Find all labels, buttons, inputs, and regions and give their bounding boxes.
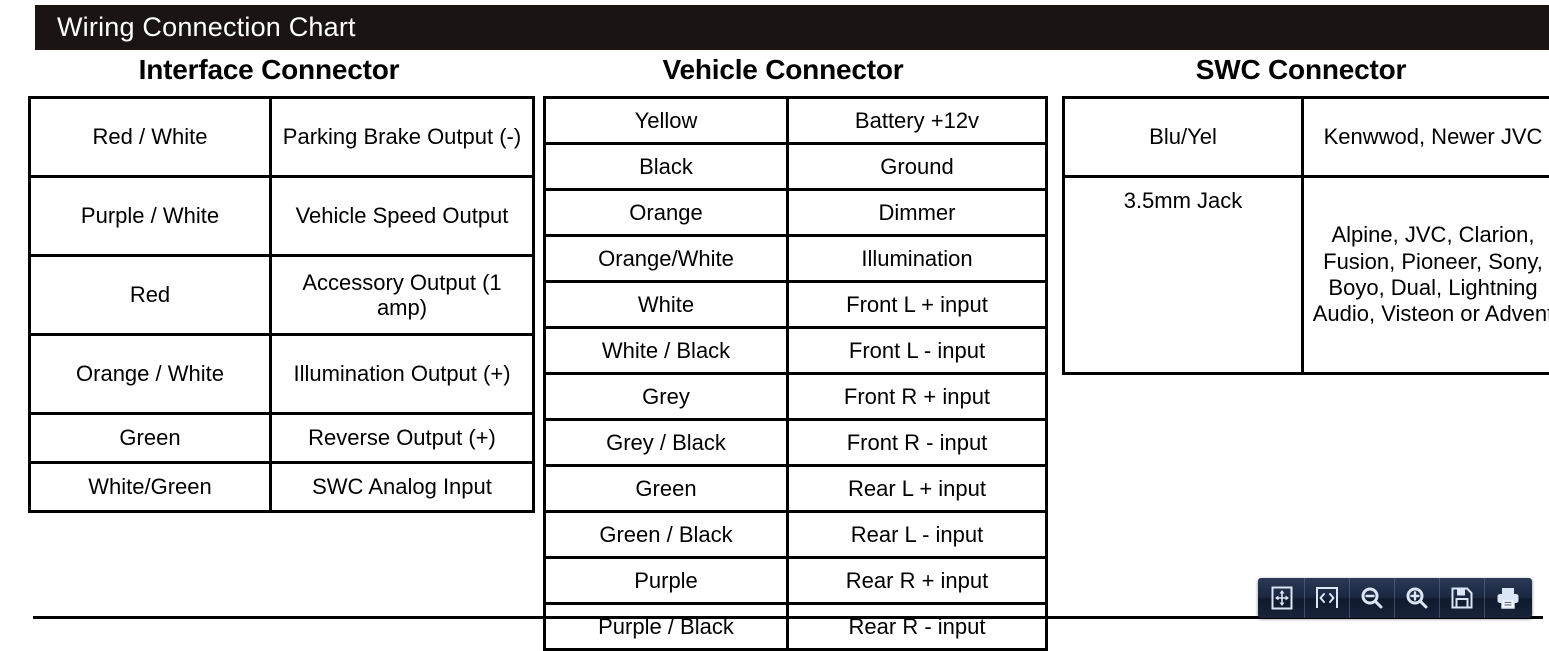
- table-row: Grey Front R + input: [545, 374, 1047, 420]
- section-heading-vehicle: Vehicle Connector: [543, 56, 1023, 84]
- interface-connector-section: Interface Connector Red / White Parking …: [28, 56, 510, 513]
- table-row: White Front L + input: [545, 282, 1047, 328]
- wire-function-cell: Front R + input: [788, 374, 1047, 420]
- vehicle-connector-table: Yellow Battery +12v Black Ground Orange …: [543, 96, 1048, 651]
- wire-function-cell: Reverse Output (+): [271, 414, 534, 463]
- wire-color-cell: Purple: [545, 558, 788, 604]
- wire-color-cell: Grey: [545, 374, 788, 420]
- wire-color-cell: Red / White: [30, 98, 271, 177]
- title-bar: Wiring Connection Chart: [35, 5, 1549, 50]
- save-button[interactable]: [1440, 578, 1485, 618]
- page-title: Wiring Connection Chart: [35, 12, 356, 43]
- wire-function-cell: SWC Analog Input: [271, 463, 534, 512]
- wire-function-cell: Vehicle Speed Output: [271, 177, 534, 256]
- viewer-toolbar: [1258, 578, 1532, 618]
- wire-color-cell: Grey / Black: [545, 420, 788, 466]
- table-row: Red / White Parking Brake Output (-): [30, 98, 534, 177]
- wire-color-cell: Purple / Black: [545, 604, 788, 650]
- table-row: Purple / White Vehicle Speed Output: [30, 177, 534, 256]
- table-row: Blu/Yel Kenwwod, Newer JVC: [1064, 98, 1549, 177]
- table-row: Yellow Battery +12v: [545, 98, 1047, 144]
- table-row: Green Reverse Output (+): [30, 414, 534, 463]
- fit-width-button[interactable]: [1305, 578, 1350, 618]
- wire-color-cell: Orange/White: [545, 236, 788, 282]
- table-row: Purple Rear R + input: [545, 558, 1047, 604]
- wire-color-cell: 3.5mm Jack: [1064, 177, 1303, 374]
- zoom-in-button[interactable]: [1395, 578, 1440, 618]
- wire-function-cell: Battery +12v: [788, 98, 1047, 144]
- wire-color-cell: Blu/Yel: [1064, 98, 1303, 177]
- table-row: Orange / White Illumination Output (+): [30, 335, 534, 414]
- wire-function-cell: Parking Brake Output (-): [271, 98, 534, 177]
- fit-page-button[interactable]: [1260, 578, 1305, 618]
- wire-function-cell: Rear R + input: [788, 558, 1047, 604]
- wire-color-cell: Green / Black: [545, 512, 788, 558]
- wire-color-cell: Green: [30, 414, 271, 463]
- wire-color-cell: Black: [545, 144, 788, 190]
- wire-function-cell: Front L + input: [788, 282, 1047, 328]
- table-row: Orange/White Illumination: [545, 236, 1047, 282]
- table-row: White/Green SWC Analog Input: [30, 463, 534, 512]
- wire-color-cell: Red: [30, 256, 271, 335]
- table-row: Grey / Black Front R - input: [545, 420, 1047, 466]
- wire-color-cell: Orange: [545, 190, 788, 236]
- table-row: Green / Black Rear L - input: [545, 512, 1047, 558]
- wire-color-cell: Purple / White: [30, 177, 271, 256]
- table-row: 3.5mm Jack Alpine, JVC, Clarion, Fusion,…: [1064, 177, 1549, 374]
- table-row: Red Accessory Output (1 amp): [30, 256, 534, 335]
- table-row: Green Rear L + input: [545, 466, 1047, 512]
- zoom-out-button[interactable]: [1350, 578, 1395, 618]
- wire-function-cell: Illumination Output (+): [271, 335, 534, 414]
- wire-color-cell: Green: [545, 466, 788, 512]
- wire-function-cell: Illumination: [788, 236, 1047, 282]
- wire-function-cell: Front R - input: [788, 420, 1047, 466]
- swc-connector-section: SWC Connector Blu/Yel Kenwwod, Newer JVC…: [1062, 56, 1540, 375]
- section-heading-swc: SWC Connector: [1062, 56, 1540, 84]
- print-button[interactable]: [1485, 578, 1530, 618]
- table-row: Purple / Black Rear R - input: [545, 604, 1047, 650]
- zoom-in-icon: [1404, 585, 1430, 611]
- zoom-out-icon: [1359, 585, 1385, 611]
- wire-color-cell: Orange / White: [30, 335, 271, 414]
- wire-color-cell: White/Green: [30, 463, 271, 512]
- wire-function-cell: Ground: [788, 144, 1047, 190]
- fit-width-icon: [1314, 585, 1340, 611]
- table-row: White / Black Front L - input: [545, 328, 1047, 374]
- wire-function-cell: Rear L + input: [788, 466, 1047, 512]
- wire-function-cell: Dimmer: [788, 190, 1047, 236]
- wire-color-cell: White: [545, 282, 788, 328]
- wire-function-cell: Accessory Output (1 amp): [271, 256, 534, 335]
- fit-page-icon: [1270, 585, 1294, 611]
- table-row: Orange Dimmer: [545, 190, 1047, 236]
- interface-connector-table: Red / White Parking Brake Output (-) Pur…: [28, 96, 535, 513]
- wire-function-cell: Rear R - input: [788, 604, 1047, 650]
- save-icon: [1450, 586, 1474, 610]
- print-icon: [1495, 586, 1521, 610]
- swc-connector-table: Blu/Yel Kenwwod, Newer JVC 3.5mm Jack Al…: [1062, 96, 1549, 375]
- wire-function-cell: Front L - input: [788, 328, 1047, 374]
- wire-function-cell: Rear L - input: [788, 512, 1047, 558]
- wire-color-cell: Yellow: [545, 98, 788, 144]
- wire-color-cell: White / Black: [545, 328, 788, 374]
- wire-function-cell: Kenwwod, Newer JVC: [1303, 98, 1549, 177]
- section-heading-interface: Interface Connector: [28, 56, 510, 84]
- table-row: Black Ground: [545, 144, 1047, 190]
- wire-function-cell: Alpine, JVC, Clarion, Fusion, Pioneer, S…: [1303, 177, 1549, 374]
- vehicle-connector-section: Vehicle Connector Yellow Battery +12v Bl…: [543, 56, 1023, 651]
